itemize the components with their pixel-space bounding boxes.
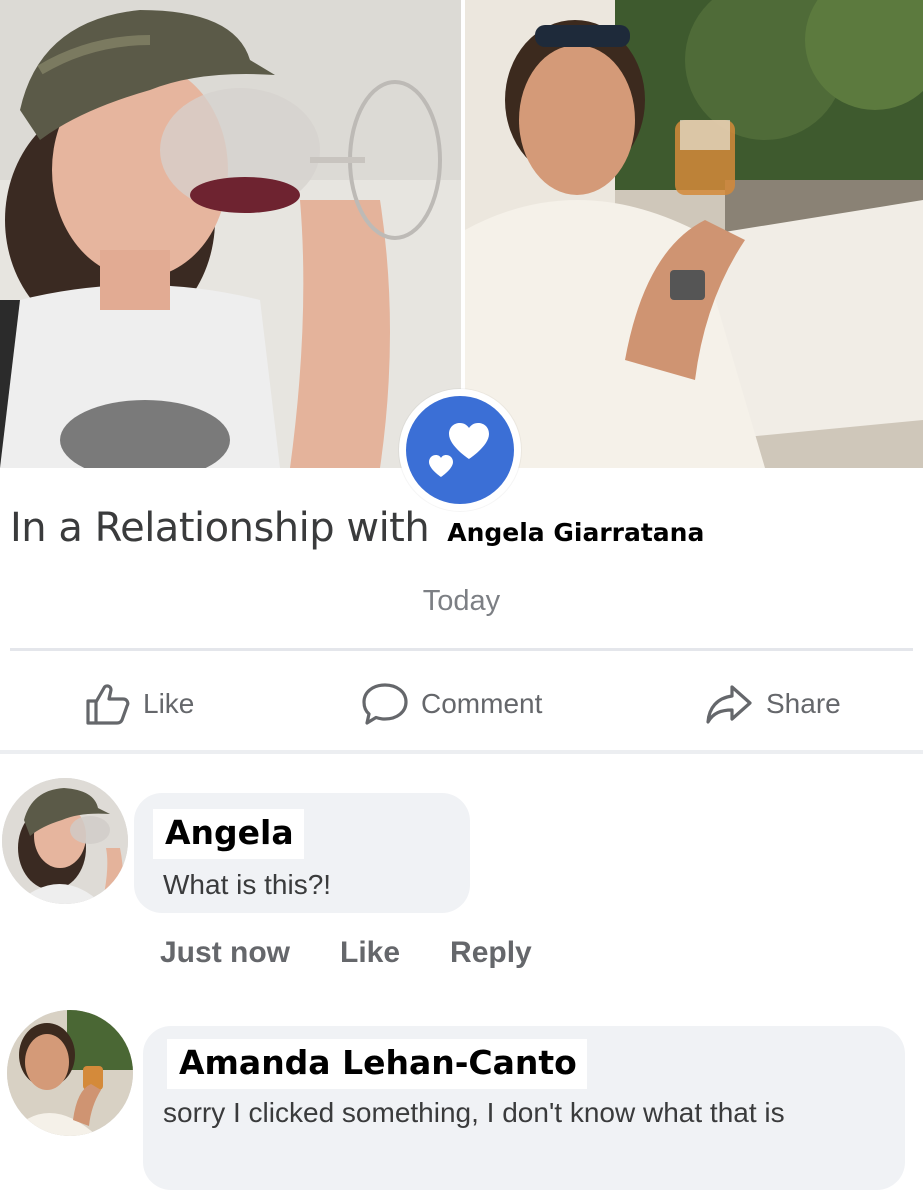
double-heart-icon: [429, 423, 489, 477]
comment-text: sorry I clicked something, I don't know …: [163, 1097, 785, 1128]
share-arrow-icon: [706, 685, 752, 724]
share-button[interactable]: Share: [704, 680, 841, 728]
share-label: Share: [766, 688, 841, 719]
avatar[interactable]: [2, 778, 128, 904]
left-profile-photo[interactable]: [0, 0, 461, 468]
comment-button[interactable]: Comment: [361, 680, 542, 728]
comment-timestamp: Just now: [160, 936, 291, 969]
comment-reply-button[interactable]: Reply: [450, 936, 532, 970]
like-label: Like: [143, 688, 195, 719]
divider: [0, 750, 923, 754]
comment-label: Comment: [421, 688, 543, 719]
comment-author[interactable]: Angela: [153, 809, 304, 859]
right-profile-photo[interactable]: [465, 0, 923, 468]
speech-bubble-icon: [362, 683, 408, 725]
partner-name-link[interactable]: Angela Giarratana: [447, 518, 704, 547]
status-prefix: In a Relationship with: [10, 505, 430, 551]
comment-text: What is this?!: [163, 869, 332, 900]
comment-meta: Just now Like Reply: [160, 936, 532, 970]
relationship-badge: [399, 389, 521, 511]
thumbs-up-icon: [86, 684, 130, 725]
avatar[interactable]: [7, 1010, 133, 1136]
comment-like-button[interactable]: Like: [340, 936, 400, 970]
relationship-status: In a Relationship with Angela Giarratana: [10, 505, 920, 565]
comment-author[interactable]: Amanda Lehan-Canto: [167, 1039, 587, 1089]
post-date: Today: [422, 585, 501, 617]
divider: [10, 648, 913, 651]
profile-photos: [0, 0, 923, 511]
like-button[interactable]: Like: [85, 680, 194, 728]
